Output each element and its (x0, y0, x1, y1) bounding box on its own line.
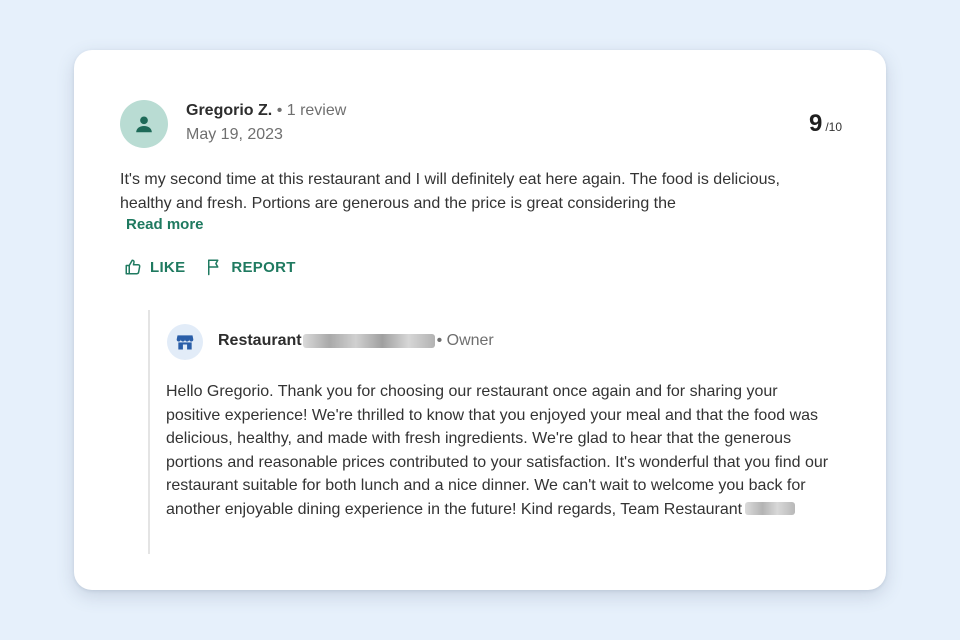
reviewer-review-count: • 1 review (276, 102, 347, 119)
review-date: May 19, 2023 (186, 126, 283, 143)
report-label: REPORT (231, 258, 296, 276)
review-actions: LIKE REPORT (124, 258, 296, 276)
flag-icon (208, 259, 219, 276)
like-button[interactable]: LIKE (124, 258, 185, 276)
storefront-icon (176, 335, 194, 350)
review-card: Gregorio Z. • 1 review May 19, 2023 9/10… (74, 50, 886, 590)
read-more-link[interactable]: Read more (126, 216, 204, 233)
owner-name: Restaurant (218, 332, 302, 349)
reply-text-block: Hello Gregorio. Thank you for choosing o… (166, 380, 834, 521)
reviewer-name[interactable]: Gregorio Z. (186, 102, 272, 119)
reply-text: Hello Gregorio. Thank you for choosing o… (166, 383, 829, 518)
owner-reply: Restaurant • Owner Hello Gregorio. Thank… (148, 310, 840, 554)
person-icon (136, 116, 152, 133)
report-button[interactable]: REPORT (205, 258, 295, 276)
review-text: It's my second time at this restaurant a… (120, 171, 780, 212)
review-score: 9/10 (809, 110, 842, 138)
reviewer-avatar (120, 100, 168, 148)
redacted-restaurant-name (745, 501, 796, 515)
like-label: LIKE (150, 258, 186, 276)
score-value: 9 (808, 110, 823, 137)
thumbs-up-icon (125, 259, 141, 275)
reviewer-line: Gregorio Z. • 1 review (186, 102, 346, 120)
redacted-owner-name (302, 334, 435, 348)
score-max: /10 (825, 120, 842, 134)
owner-avatar (167, 324, 203, 360)
owner-role: • Owner (436, 332, 494, 349)
owner-line: Restaurant • Owner (218, 332, 494, 350)
